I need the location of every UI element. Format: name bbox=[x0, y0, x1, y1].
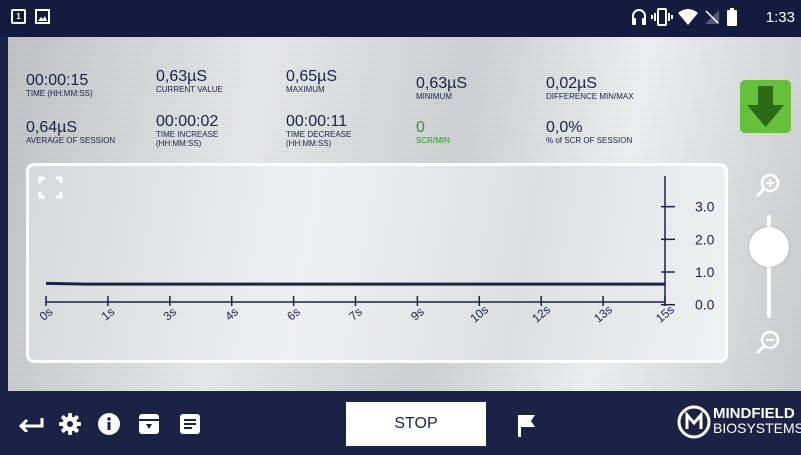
stat-minimum: 0,63µS MINIMUM bbox=[416, 75, 467, 101]
main-panel: 00:00:15 TIME (HH:MM:SS) 0,63µS CURRENT … bbox=[8, 37, 801, 391]
stat-value: 00:00:15 bbox=[26, 72, 89, 89]
stat-value: 0,65µS bbox=[286, 68, 338, 85]
y-tick-label: 0.0 bbox=[695, 297, 715, 313]
stat-scr-min: 0 SCR/MIN bbox=[416, 119, 450, 145]
x-tick-label: 7s bbox=[346, 305, 365, 324]
stat-time-increase: 00:00:02 TIME INCREASE (HH:MM:SS) bbox=[156, 113, 218, 148]
x-tick-label: 6s bbox=[284, 305, 303, 324]
stat-current-value: 0,63µS CURRENT VALUE bbox=[156, 68, 223, 94]
stat-label: TIME (HH:MM:SS) bbox=[26, 89, 93, 98]
stat-label: TIME DECREASE bbox=[286, 130, 352, 139]
zoom-slider-handle[interactable] bbox=[749, 227, 789, 267]
stat-label: TIME INCREASE bbox=[156, 130, 219, 139]
zoom-out-icon[interactable] bbox=[755, 329, 781, 355]
notes-icon[interactable] bbox=[179, 413, 201, 435]
image-icon bbox=[35, 9, 50, 24]
stat-value: 0,63µS bbox=[416, 75, 468, 92]
stat-maximum: 0,65µS MAXIMUM bbox=[286, 68, 337, 94]
wifi-icon bbox=[678, 9, 698, 25]
stat-value: 0,0% bbox=[546, 119, 583, 136]
x-tick-label: 9s bbox=[408, 305, 427, 324]
stop-button[interactable]: STOP bbox=[346, 402, 486, 446]
back-arrow-icon[interactable] bbox=[18, 416, 44, 432]
series-line bbox=[45, 281, 665, 286]
y-tick-label: 2.0 bbox=[695, 231, 715, 247]
vibrate-icon bbox=[651, 8, 673, 26]
zoom-in-icon[interactable] bbox=[755, 172, 781, 198]
archive-download-icon[interactable] bbox=[138, 413, 160, 435]
stat-label: CURRENT VALUE bbox=[156, 85, 223, 94]
flag-icon[interactable] bbox=[514, 411, 540, 439]
stat-label: AVERAGE OF SESSION bbox=[26, 136, 116, 145]
stat-label-unit: (HH:MM:SS) bbox=[286, 139, 332, 148]
x-tick-label: 15s bbox=[653, 302, 677, 325]
stat-label: DIFFERENCE MIN/MAX bbox=[546, 92, 634, 101]
x-tick-label: 0s bbox=[37, 305, 56, 324]
clock: 1:33 bbox=[765, 9, 795, 26]
arrow-down-icon bbox=[747, 86, 784, 127]
fullscreen-icon[interactable] bbox=[38, 176, 63, 199]
brand-subtitle: BIOSYSTEMS bbox=[713, 420, 801, 436]
battery-icon bbox=[727, 8, 737, 26]
stat-difference: 0,02µS DIFFERENCE MIN/MAX bbox=[546, 75, 634, 101]
x-tick-label: 13s bbox=[591, 302, 615, 325]
brand-name: MINDFIELD bbox=[713, 405, 795, 422]
stat-time-decrease: 00:00:11 TIME DECREASE (HH:MM:SS) bbox=[286, 113, 351, 148]
stat-scr-percent: 0,0% % of SCR OF SESSION bbox=[546, 119, 632, 145]
no-signal-icon bbox=[705, 10, 719, 24]
mindfield-logo: MINDFIELD BIOSYSTEMS bbox=[677, 405, 801, 439]
x-tick-label: 10s bbox=[467, 302, 491, 325]
gear-icon[interactable] bbox=[59, 413, 81, 435]
x-tick-label: 3s bbox=[160, 305, 179, 324]
bottom-toolbar: STOP MINDFIELD BIOSYSTEMS bbox=[0, 391, 801, 455]
headset-icon bbox=[632, 9, 646, 25]
stat-time: 00:00:15 TIME (HH:MM:SS) bbox=[26, 72, 93, 98]
notification-box-icon: 1 bbox=[11, 9, 26, 24]
x-tick-label: 12s bbox=[529, 302, 553, 325]
stat-label: MINIMUM bbox=[416, 92, 452, 101]
stat-label-unit: (HH:MM:SS) bbox=[156, 139, 202, 148]
y-tick-label: 3.0 bbox=[695, 199, 715, 215]
download-button[interactable] bbox=[740, 80, 791, 133]
stat-value: 0 bbox=[416, 119, 425, 136]
stat-average: 0,64µS AVERAGE OF SESSION bbox=[26, 119, 115, 145]
status-bar: 1 1:33 bbox=[0, 0, 801, 37]
stat-value: 0,02µS bbox=[546, 75, 598, 92]
brand-logo-icon bbox=[677, 405, 711, 439]
stat-value: 0,63µS bbox=[156, 68, 208, 85]
chart-panel: 3.0 2.0 1.0 0.0 0s 1s 3s 4s 6s 7s 9s 10s 12s 13s 15s bbox=[26, 163, 728, 363]
stat-value: 00:00:11 bbox=[286, 113, 348, 130]
stat-label: MAXIMUM bbox=[286, 85, 325, 94]
y-tick-label: 1.0 bbox=[695, 264, 715, 280]
x-tick-label: 1s bbox=[99, 305, 118, 324]
info-icon[interactable] bbox=[98, 413, 120, 435]
chart: 3.0 2.0 1.0 0.0 0s 1s 3s 4s 6s 7s 9s 10s 12s 13s 15s bbox=[37, 176, 715, 326]
stat-label: % of SCR OF SESSION bbox=[546, 136, 633, 145]
stat-value: 0,64µS bbox=[26, 119, 78, 136]
x-tick-label: 4s bbox=[222, 305, 241, 324]
stat-value: 00:00:02 bbox=[156, 113, 219, 130]
stat-label: SCR/MIN bbox=[416, 136, 450, 145]
